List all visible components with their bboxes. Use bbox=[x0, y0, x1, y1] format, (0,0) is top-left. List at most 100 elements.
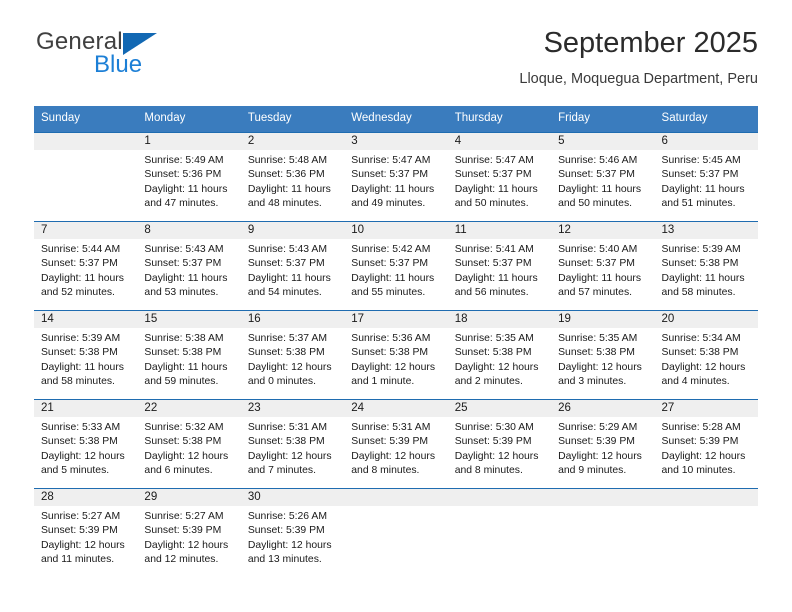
day-cell[interactable]: Sunrise: 5:41 AM Sunset: 5:37 PM Dayligh… bbox=[448, 239, 551, 310]
day-cell[interactable]: Sunrise: 5:26 AM Sunset: 5:39 PM Dayligh… bbox=[241, 506, 344, 577]
day-cell[interactable] bbox=[551, 506, 654, 577]
day-number[interactable]: 17 bbox=[344, 311, 447, 328]
calendar-week-row: 7 8 9 10 11 12 13 Sunrise: 5:44 AM Sunse… bbox=[34, 220, 758, 310]
sunset-text: Sunset: 5:37 PM bbox=[454, 258, 532, 270]
sunrise-text: Sunrise: 5:43 AM bbox=[144, 243, 224, 255]
daylight-text: Daylight: 12 hours and 8 minutes. bbox=[454, 450, 539, 477]
day-cell[interactable]: Sunrise: 5:27 AM Sunset: 5:39 PM Dayligh… bbox=[34, 506, 137, 577]
daylight-text: Daylight: 11 hours and 57 minutes. bbox=[558, 272, 642, 299]
day-number[interactable]: 24 bbox=[344, 400, 447, 417]
day-cell[interactable] bbox=[655, 506, 758, 577]
day-number[interactable]: 14 bbox=[34, 311, 137, 328]
daylight-text: Daylight: 12 hours and 9 minutes. bbox=[558, 450, 642, 477]
daylight-text: Daylight: 12 hours and 10 minutes. bbox=[661, 450, 746, 477]
day-number[interactable]: 20 bbox=[655, 311, 758, 328]
day-body-row: Sunrise: 5:49 AM Sunset: 5:36 PM Dayligh… bbox=[34, 149, 758, 221]
day-number[interactable]: 11 bbox=[448, 222, 551, 239]
day-number[interactable]: 30 bbox=[241, 489, 344, 506]
day-cell[interactable]: Sunrise: 5:35 AM Sunset: 5:38 PM Dayligh… bbox=[551, 328, 654, 399]
sunset-text: Sunset: 5:37 PM bbox=[661, 169, 739, 181]
day-cell[interactable]: Sunrise: 5:47 AM Sunset: 5:37 PM Dayligh… bbox=[344, 150, 447, 221]
day-cell[interactable]: Sunrise: 5:34 AM Sunset: 5:38 PM Dayligh… bbox=[655, 328, 758, 399]
day-cell[interactable]: Sunrise: 5:40 AM Sunset: 5:37 PM Dayligh… bbox=[551, 239, 654, 310]
day-cell[interactable]: Sunrise: 5:36 AM Sunset: 5:38 PM Dayligh… bbox=[344, 328, 447, 399]
sunset-text: Sunset: 5:39 PM bbox=[41, 525, 118, 537]
day-cell[interactable]: Sunrise: 5:42 AM Sunset: 5:37 PM Dayligh… bbox=[344, 239, 447, 310]
sunrise-text: Sunrise: 5:32 AM bbox=[144, 421, 224, 433]
day-cell[interactable]: Sunrise: 5:46 AM Sunset: 5:37 PM Dayligh… bbox=[551, 150, 654, 221]
sunset-text: Sunset: 5:39 PM bbox=[454, 436, 532, 448]
sunrise-text: Sunrise: 5:47 AM bbox=[454, 154, 534, 166]
sunset-text: Sunset: 5:38 PM bbox=[558, 347, 635, 359]
sunset-text: Sunset: 5:38 PM bbox=[661, 258, 739, 270]
day-cell[interactable]: Sunrise: 5:38 AM Sunset: 5:38 PM Dayligh… bbox=[137, 328, 240, 399]
day-number[interactable]: 28 bbox=[34, 489, 137, 506]
day-number[interactable]: 1 bbox=[137, 133, 240, 150]
day-number[interactable]: 13 bbox=[655, 222, 758, 239]
day-cell[interactable]: Sunrise: 5:45 AM Sunset: 5:37 PM Dayligh… bbox=[655, 150, 758, 221]
day-cell[interactable]: Sunrise: 5:39 AM Sunset: 5:38 PM Dayligh… bbox=[655, 239, 758, 310]
day-number[interactable] bbox=[344, 489, 447, 506]
sunrise-text: Sunrise: 5:40 AM bbox=[558, 243, 638, 255]
day-number[interactable] bbox=[655, 489, 758, 506]
day-cell[interactable]: Sunrise: 5:31 AM Sunset: 5:38 PM Dayligh… bbox=[241, 417, 344, 488]
day-number[interactable] bbox=[448, 489, 551, 506]
day-cell[interactable] bbox=[448, 506, 551, 577]
day-number[interactable] bbox=[551, 489, 654, 506]
day-number[interactable]: 16 bbox=[241, 311, 344, 328]
day-number[interactable] bbox=[34, 133, 137, 150]
day-number[interactable]: 8 bbox=[137, 222, 240, 239]
day-cell[interactable]: Sunrise: 5:35 AM Sunset: 5:38 PM Dayligh… bbox=[448, 328, 551, 399]
day-number[interactable]: 25 bbox=[448, 400, 551, 417]
day-number[interactable]: 10 bbox=[344, 222, 447, 239]
daylight-text: Daylight: 12 hours and 8 minutes. bbox=[351, 450, 436, 477]
daylight-text: Daylight: 12 hours and 5 minutes. bbox=[41, 450, 125, 477]
day-number[interactable]: 12 bbox=[551, 222, 654, 239]
day-cell[interactable]: Sunrise: 5:48 AM Sunset: 5:36 PM Dayligh… bbox=[241, 150, 344, 221]
day-cell[interactable]: Sunrise: 5:29 AM Sunset: 5:39 PM Dayligh… bbox=[551, 417, 654, 488]
day-cell[interactable]: Sunrise: 5:31 AM Sunset: 5:39 PM Dayligh… bbox=[344, 417, 447, 488]
day-cell[interactable]: Sunrise: 5:27 AM Sunset: 5:39 PM Dayligh… bbox=[137, 506, 240, 577]
day-cell[interactable]: Sunrise: 5:28 AM Sunset: 5:39 PM Dayligh… bbox=[655, 417, 758, 488]
day-cell[interactable]: Sunrise: 5:47 AM Sunset: 5:37 PM Dayligh… bbox=[448, 150, 551, 221]
day-number[interactable]: 3 bbox=[344, 133, 447, 150]
daylight-text: Daylight: 12 hours and 11 minutes. bbox=[41, 539, 125, 566]
sunrise-text: Sunrise: 5:33 AM bbox=[41, 421, 121, 433]
day-number[interactable]: 15 bbox=[137, 311, 240, 328]
day-number[interactable]: 21 bbox=[34, 400, 137, 417]
day-cell[interactable] bbox=[344, 506, 447, 577]
day-number[interactable]: 5 bbox=[551, 133, 654, 150]
sunrise-text: Sunrise: 5:44 AM bbox=[41, 243, 121, 255]
day-cell[interactable]: Sunrise: 5:30 AM Sunset: 5:39 PM Dayligh… bbox=[448, 417, 551, 488]
day-cell[interactable]: Sunrise: 5:43 AM Sunset: 5:37 PM Dayligh… bbox=[137, 239, 240, 310]
sunset-text: Sunset: 5:38 PM bbox=[661, 347, 739, 359]
day-number[interactable]: 6 bbox=[655, 133, 758, 150]
day-number[interactable]: 22 bbox=[137, 400, 240, 417]
day-cell[interactable]: Sunrise: 5:39 AM Sunset: 5:38 PM Dayligh… bbox=[34, 328, 137, 399]
day-number[interactable]: 7 bbox=[34, 222, 137, 239]
day-cell[interactable]: Sunrise: 5:37 AM Sunset: 5:38 PM Dayligh… bbox=[241, 328, 344, 399]
weekday-header-saturday: Saturday bbox=[661, 112, 708, 124]
day-number[interactable]: 18 bbox=[448, 311, 551, 328]
day-number[interactable]: 2 bbox=[241, 133, 344, 150]
daylight-text: Daylight: 12 hours and 6 minutes. bbox=[144, 450, 229, 477]
day-cell[interactable]: Sunrise: 5:49 AM Sunset: 5:36 PM Dayligh… bbox=[137, 150, 240, 221]
day-cell[interactable]: Sunrise: 5:32 AM Sunset: 5:38 PM Dayligh… bbox=[137, 417, 240, 488]
day-number[interactable]: 23 bbox=[241, 400, 344, 417]
day-number[interactable]: 9 bbox=[241, 222, 344, 239]
sunset-text: Sunset: 5:38 PM bbox=[144, 436, 222, 448]
day-cell[interactable] bbox=[34, 150, 137, 221]
day-cell[interactable]: Sunrise: 5:44 AM Sunset: 5:37 PM Dayligh… bbox=[34, 239, 137, 310]
day-number[interactable]: 26 bbox=[551, 400, 654, 417]
general-blue-logo[interactable]: General Blue bbox=[34, 28, 294, 90]
calendar-grid: Sunday Monday Tuesday Wednesday Thursday… bbox=[34, 106, 758, 577]
day-number[interactable]: 27 bbox=[655, 400, 758, 417]
sunrise-text: Sunrise: 5:27 AM bbox=[41, 510, 121, 522]
day-number[interactable]: 29 bbox=[137, 489, 240, 506]
sunset-text: Sunset: 5:39 PM bbox=[144, 525, 222, 537]
day-cell[interactable]: Sunrise: 5:43 AM Sunset: 5:37 PM Dayligh… bbox=[241, 239, 344, 310]
day-number[interactable]: 19 bbox=[551, 311, 654, 328]
day-number[interactable]: 4 bbox=[448, 133, 551, 150]
day-cell[interactable]: Sunrise: 5:33 AM Sunset: 5:38 PM Dayligh… bbox=[34, 417, 137, 488]
sunset-text: Sunset: 5:37 PM bbox=[558, 258, 635, 270]
